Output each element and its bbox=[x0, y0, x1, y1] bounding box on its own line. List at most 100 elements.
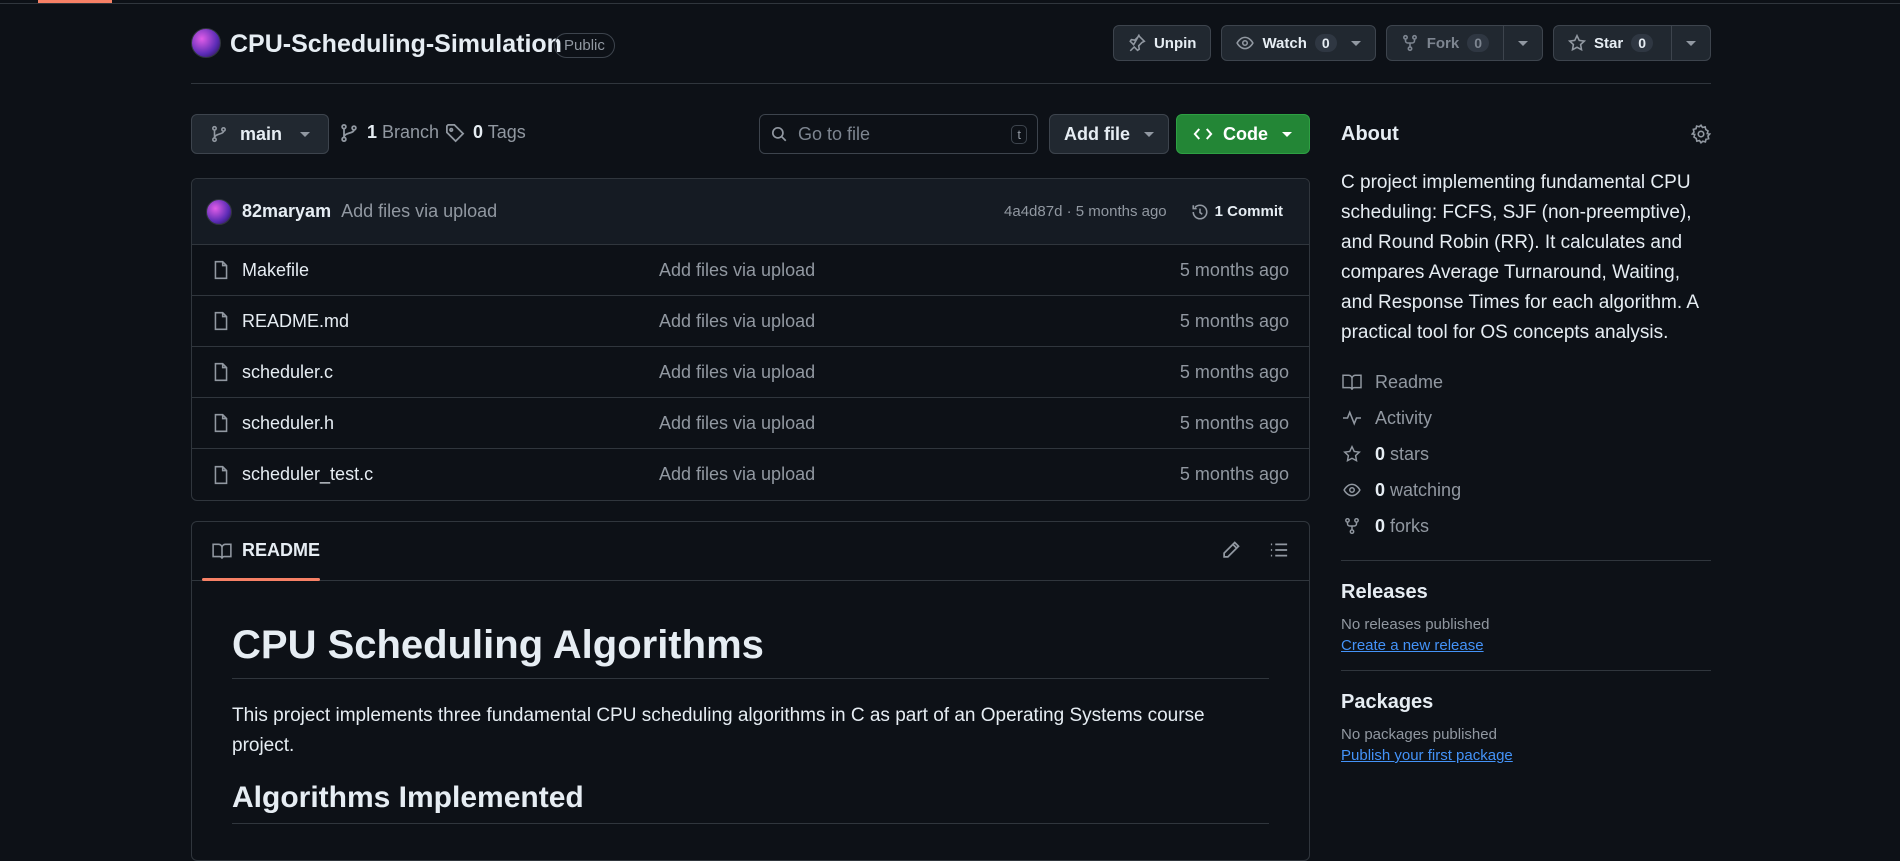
file-commit-message[interactable]: Add files via upload bbox=[659, 260, 815, 281]
file-time: 5 months ago bbox=[1179, 464, 1289, 484]
pulse-icon bbox=[1341, 409, 1363, 427]
file-icon bbox=[212, 260, 230, 280]
fork-button[interactable]: Fork 0 bbox=[1385, 25, 1505, 61]
readme-section-heading: Algorithms Implemented bbox=[232, 781, 1269, 824]
commits-link[interactable]: 1 Commit bbox=[1191, 203, 1283, 221]
author-avatar[interactable] bbox=[206, 198, 232, 225]
about-header: About bbox=[1341, 114, 1711, 154]
stars-link[interactable]: 0 stars bbox=[1341, 436, 1711, 472]
go-to-file-input[interactable]: Go to file t bbox=[759, 114, 1038, 154]
file-commit-message[interactable]: Add files via upload bbox=[659, 311, 815, 332]
gear-icon[interactable] bbox=[1691, 124, 1711, 144]
readme-actions bbox=[1221, 540, 1289, 560]
file-name[interactable]: README.md bbox=[242, 311, 349, 332]
readme-header: README bbox=[192, 522, 1309, 581]
star-icon bbox=[1341, 445, 1363, 463]
file-icon bbox=[212, 465, 230, 485]
fork-icon bbox=[1401, 34, 1419, 52]
forks-count: 0 bbox=[1375, 515, 1386, 536]
file-commit-message[interactable]: Add files via upload bbox=[659, 464, 815, 485]
eye-icon bbox=[1341, 481, 1363, 499]
chevron-down-icon bbox=[1686, 40, 1696, 46]
file-commit-message[interactable]: Add files via upload bbox=[659, 362, 815, 383]
packages-empty-text: No packages published bbox=[1341, 726, 1497, 743]
activity-link-label: Activity bbox=[1375, 407, 1433, 428]
file-icon bbox=[212, 362, 230, 382]
readme-tab[interactable]: README bbox=[212, 540, 320, 561]
file-name[interactable]: scheduler.c bbox=[242, 362, 333, 383]
star-button[interactable]: Star 0 bbox=[1553, 25, 1672, 61]
watching-label: watching bbox=[1390, 479, 1462, 500]
branches-link[interactable]: 1 Branch bbox=[339, 122, 439, 143]
packages-heading[interactable]: Packages bbox=[1341, 691, 1711, 714]
branch-selector[interactable]: main bbox=[191, 114, 330, 154]
watch-button[interactable]: Watch 0 bbox=[1221, 25, 1376, 61]
eye-icon bbox=[1236, 34, 1255, 52]
tag-label: Tags bbox=[487, 122, 526, 142]
watch-count: 0 bbox=[1314, 34, 1337, 52]
book-icon bbox=[1341, 373, 1363, 391]
readme-content: CPU Scheduling Algorithms This project i… bbox=[192, 581, 1309, 824]
list-icon[interactable] bbox=[1269, 540, 1289, 560]
file-row[interactable]: Makefile Add files via upload 5 months a… bbox=[192, 245, 1309, 296]
forks-link[interactable]: 0 forks bbox=[1341, 508, 1711, 544]
file-commit-message[interactable]: Add files via upload bbox=[659, 413, 815, 434]
repo-sidebar: About C project implementing fundamental… bbox=[1341, 114, 1711, 764]
tag-count: 0 bbox=[473, 122, 484, 142]
commit-author[interactable]: 82maryam bbox=[242, 201, 331, 222]
releases-heading[interactable]: Releases bbox=[1341, 581, 1711, 604]
readme-link-label: Readme bbox=[1375, 371, 1444, 392]
readme-panel: README CPU Scheduling Algorithms This pr… bbox=[191, 521, 1310, 861]
readme-link[interactable]: Readme bbox=[1341, 364, 1711, 400]
fork-dropdown-button[interactable] bbox=[1504, 25, 1544, 61]
fork-label: Fork bbox=[1426, 34, 1460, 52]
activity-link[interactable]: Activity bbox=[1341, 400, 1711, 436]
repo-name[interactable]: CPU-Scheduling-Simulation bbox=[230, 30, 562, 59]
commit-hash-time[interactable]: 4a4d87d · 5 months ago bbox=[1004, 203, 1167, 220]
publish-package-link[interactable]: Publish your first package bbox=[1341, 747, 1711, 764]
chevron-down-icon bbox=[1350, 40, 1361, 46]
chevron-down-icon bbox=[300, 131, 311, 137]
about-description: C project implementing fundamental CPU s… bbox=[1341, 172, 1698, 343]
readme-intro: This project implements three fundamenta… bbox=[232, 705, 1205, 756]
book-icon bbox=[212, 542, 232, 560]
file-name[interactable]: scheduler.h bbox=[242, 413, 334, 434]
watching-link[interactable]: 0 watching bbox=[1341, 472, 1711, 508]
add-file-button[interactable]: Add file bbox=[1049, 114, 1169, 154]
forks-label: forks bbox=[1390, 515, 1430, 536]
file-time: 5 months ago bbox=[1179, 412, 1289, 433]
file-name[interactable]: Makefile bbox=[242, 260, 309, 281]
file-icon bbox=[212, 413, 230, 433]
stars-label: stars bbox=[1390, 443, 1430, 464]
owner-avatar[interactable] bbox=[191, 28, 221, 58]
star-dropdown-button[interactable] bbox=[1672, 25, 1711, 61]
tags-link[interactable]: 0 Tags bbox=[445, 122, 526, 143]
commit-message[interactable]: Add files via upload bbox=[341, 201, 497, 222]
star-label: Star bbox=[1594, 34, 1624, 52]
fork-count: 0 bbox=[1467, 34, 1490, 52]
code-button[interactable]: Code bbox=[1176, 114, 1310, 154]
pencil-icon[interactable] bbox=[1221, 540, 1241, 560]
search-shortcut: t bbox=[1011, 124, 1027, 144]
file-row[interactable]: README.md Add files via upload 5 months … bbox=[192, 296, 1309, 347]
commit-count: 1 Commit bbox=[1214, 203, 1283, 220]
file-icon bbox=[212, 311, 230, 331]
file-row[interactable]: scheduler_test.c Add files via upload 5 … bbox=[192, 449, 1309, 500]
star-button-group: Star 0 bbox=[1553, 25, 1711, 61]
create-release-link[interactable]: Create a new release bbox=[1341, 637, 1711, 654]
tag-icon bbox=[445, 123, 465, 143]
file-row[interactable]: scheduler.h Add files via upload 5 month… bbox=[192, 398, 1309, 449]
file-row[interactable]: scheduler.c Add files via upload 5 month… bbox=[192, 347, 1309, 398]
chevron-down-icon bbox=[1518, 40, 1529, 46]
watch-label: Watch bbox=[1262, 34, 1307, 52]
file-list: 82maryam Add files via upload 4a4d87d · … bbox=[191, 178, 1310, 501]
divider bbox=[1341, 670, 1711, 671]
add-file-label: Add file bbox=[1064, 123, 1130, 144]
file-name[interactable]: scheduler_test.c bbox=[242, 464, 373, 485]
chevron-down-icon bbox=[1282, 131, 1292, 137]
history-icon bbox=[1191, 203, 1209, 221]
chevron-down-icon bbox=[1144, 131, 1154, 137]
unpin-button[interactable]: Unpin bbox=[1112, 25, 1212, 61]
readme-title: CPU Scheduling Algorithms bbox=[232, 581, 1269, 679]
repo-actions: Unpin Watch 0 Fork 0 Star 0 bbox=[1112, 25, 1711, 61]
